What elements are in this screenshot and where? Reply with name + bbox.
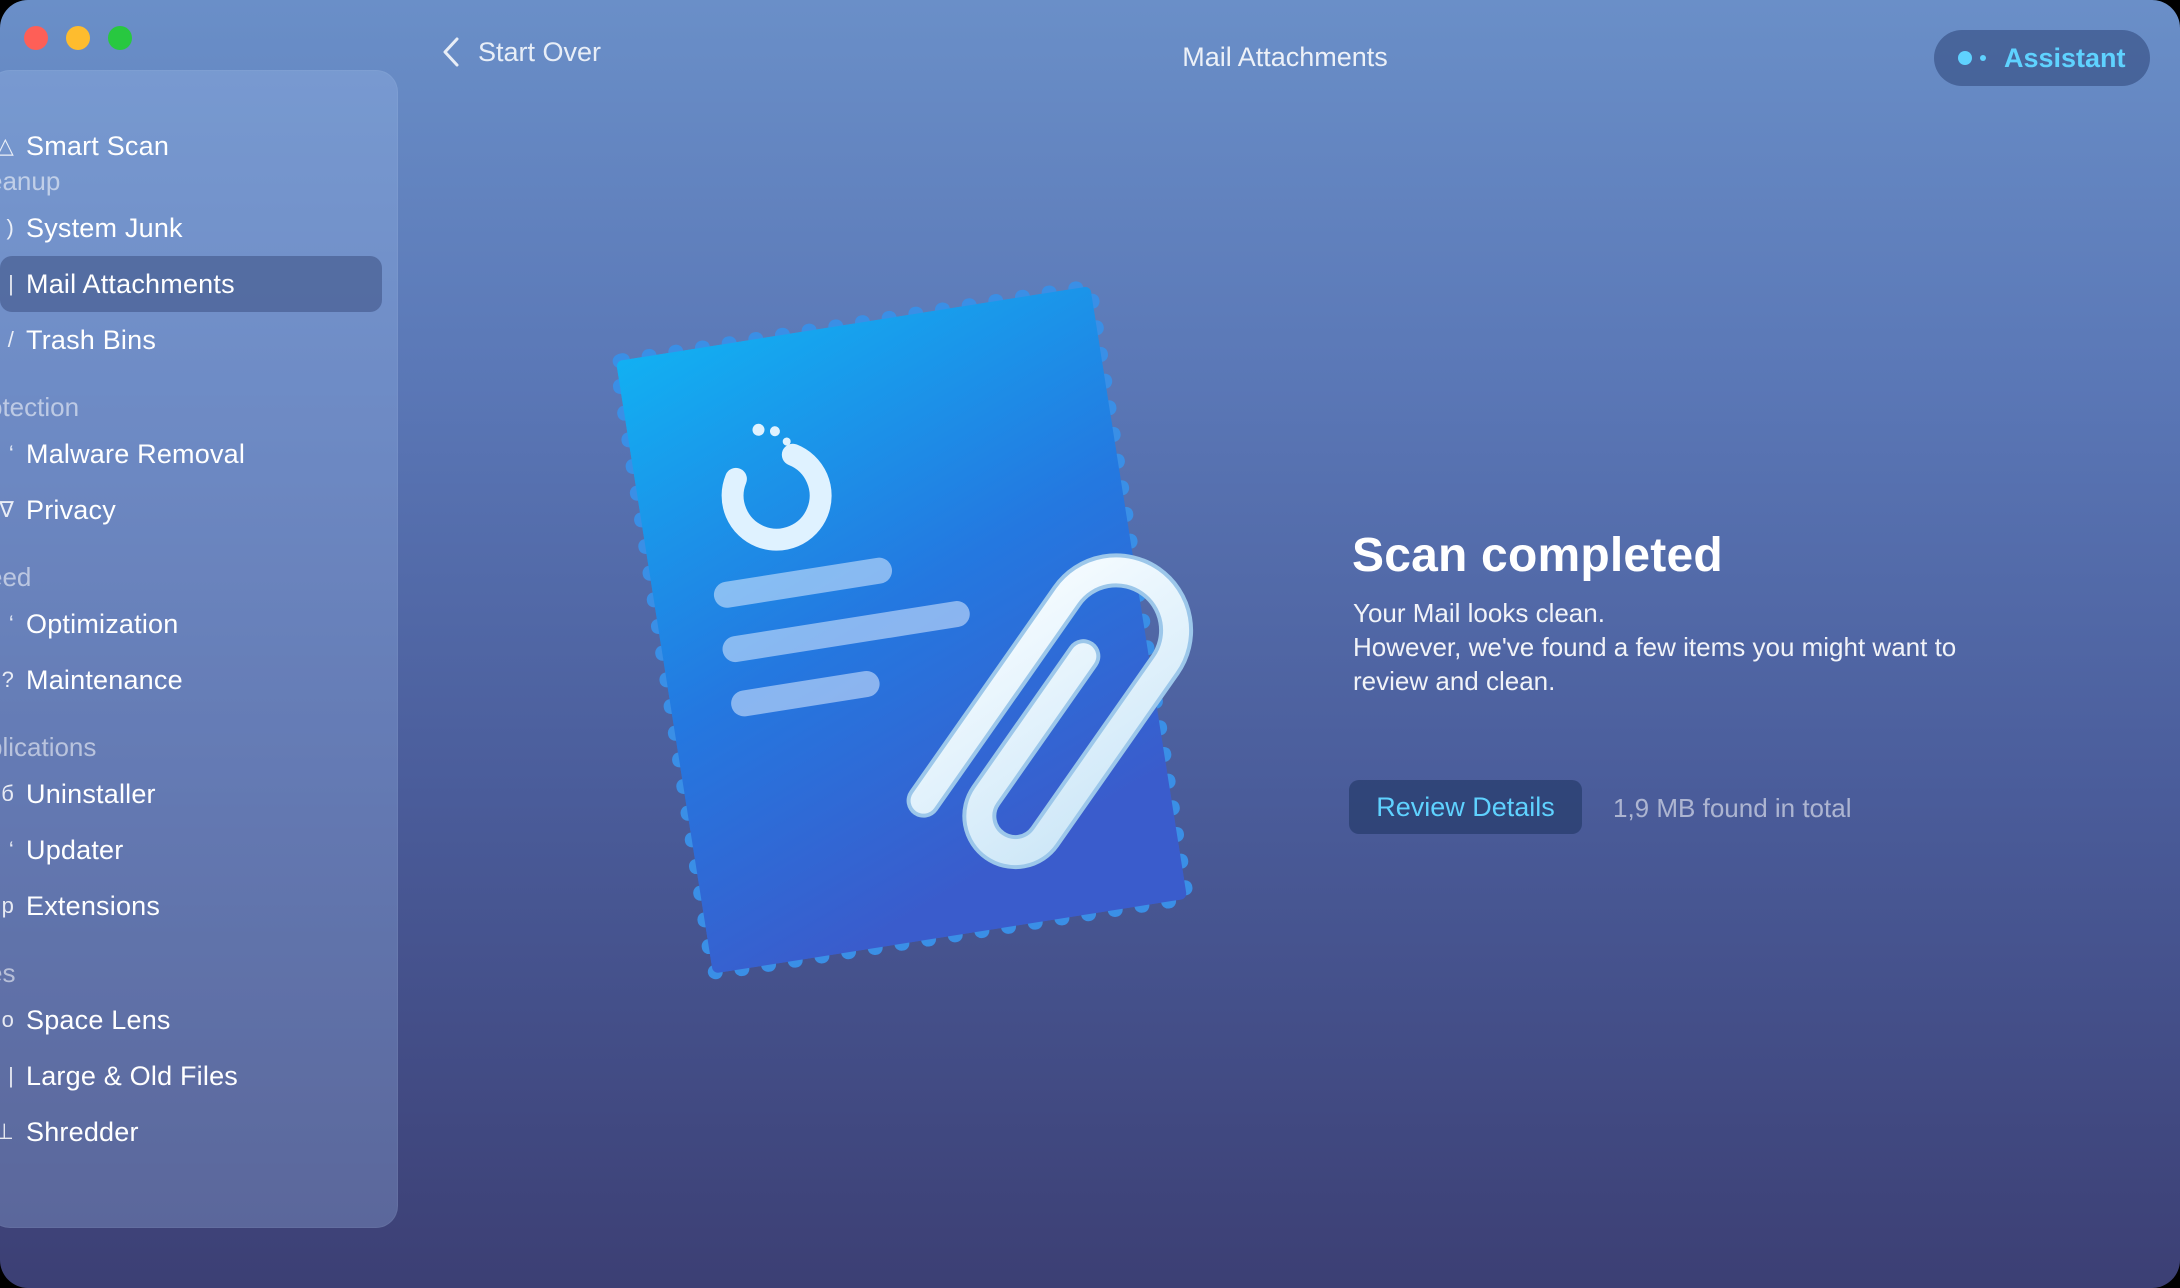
sidebar-item-label: Updater xyxy=(26,834,124,865)
sidebar-item-optimization[interactable]: ‘ Optimization xyxy=(0,596,382,652)
sidebar-item-privacy[interactable]: ∇ Privacy xyxy=(0,482,382,538)
sidebar-item-label: Large & Old Files xyxy=(26,1060,238,1091)
sidebar-item-system-junk[interactable]: ) System Junk xyxy=(0,200,382,256)
extensions-icon: р xyxy=(1,893,14,918)
space-lens-icon: о xyxy=(1,1007,14,1032)
large-old-files-icon: | xyxy=(8,1063,14,1088)
sidebar-item-mail-attachments[interactable]: | Mail Attachments xyxy=(0,256,382,312)
sidebar-item-maintenance[interactable]: ? Maintenance xyxy=(0,652,382,708)
assistant-label: Assistant xyxy=(2004,42,2126,73)
window-controls xyxy=(24,26,132,50)
sidebar-item-label: Space Lens xyxy=(26,1004,171,1035)
sidebar-item-trash-bins[interactable]: / Trash Bins xyxy=(0,312,382,368)
sidebar-item-label: Uninstaller xyxy=(26,778,156,809)
assistant-dots-icon xyxy=(1958,51,1986,65)
app-window: △ Smart Scan eanup ) System Junk | Mail … xyxy=(0,0,2180,1288)
trash-bins-icon: / xyxy=(7,327,14,352)
minimize-window-button[interactable] xyxy=(66,26,90,50)
sidebar-section-applications: plications xyxy=(0,732,97,762)
sidebar-item-label: Smart Scan xyxy=(26,130,170,161)
shredder-icon: ⊥ xyxy=(0,1119,14,1144)
sidebar-item-updater[interactable]: ‘ Updater xyxy=(0,822,382,878)
sidebar-section-protection: otection xyxy=(0,392,80,422)
sidebar-item-large-old-files[interactable]: | Large & Old Files xyxy=(0,1048,382,1104)
sidebar-section-speed: eed xyxy=(0,562,32,592)
found-total-text: 1,9 MB found in total xyxy=(1613,793,1852,823)
system-junk-icon: ) xyxy=(6,215,14,240)
assistant-button[interactable]: Assistant xyxy=(1934,30,2150,86)
privacy-icon: ∇ xyxy=(0,497,14,522)
sidebar-item-space-lens[interactable]: о Space Lens xyxy=(0,992,382,1048)
start-over-label: Start Over xyxy=(478,36,602,67)
sidebar-item-label: Malware Removal xyxy=(26,438,246,469)
start-over-button[interactable]: Start Over xyxy=(442,36,601,68)
optimization-icon: ‘ xyxy=(8,611,14,636)
sidebar-item-label: Shredder xyxy=(26,1116,139,1147)
updater-icon: ‘ xyxy=(8,837,14,862)
chevron-left-icon xyxy=(443,37,459,67)
sidebar: △ Smart Scan eanup ) System Junk | Mail … xyxy=(0,70,398,1228)
sidebar-item-uninstaller[interactable]: б Uninstaller xyxy=(0,766,382,822)
sidebar-section-cleanup: eanup xyxy=(0,166,61,196)
scan-result-line-3: review and clean. xyxy=(1353,666,1556,696)
close-window-button[interactable] xyxy=(24,26,48,50)
sidebar-item-label: System Junk xyxy=(26,212,183,243)
scan-result-line-2: However, we've found a few items you mig… xyxy=(1353,632,1957,662)
scan-result-title: Scan completed xyxy=(1352,529,1723,582)
mail-stamp-icon xyxy=(609,280,1194,980)
review-details-button[interactable]: Review Details xyxy=(1349,780,1582,834)
sidebar-item-label: Mail Attachments xyxy=(26,268,235,299)
uninstaller-icon: б xyxy=(1,781,14,806)
mail-attachments-icon: | xyxy=(8,271,14,296)
page-title: Mail Attachments xyxy=(1182,42,1388,72)
sidebar-item-extensions[interactable]: р Extensions xyxy=(0,878,382,934)
sidebar-item-shredder[interactable]: ⊥ Shredder xyxy=(0,1104,382,1160)
malware-removal-icon: ‘ xyxy=(8,441,14,466)
sidebar-section-files: es xyxy=(0,958,16,988)
sidebar-item-label: Optimization xyxy=(26,608,179,639)
scan-result-line-1: Your Mail looks clean. xyxy=(1353,598,1605,628)
sidebar-item-malware-removal[interactable]: ‘ Malware Removal xyxy=(0,426,382,482)
sidebar-item-label: Extensions xyxy=(26,890,161,921)
maintenance-icon: ? xyxy=(1,667,14,692)
smart-scan-icon: △ xyxy=(0,133,14,158)
sidebar-item-label: Trash Bins xyxy=(26,324,157,355)
sidebar-item-label: Privacy xyxy=(26,494,116,525)
maximize-window-button[interactable] xyxy=(108,26,132,50)
sidebar-item-label: Maintenance xyxy=(26,664,183,695)
